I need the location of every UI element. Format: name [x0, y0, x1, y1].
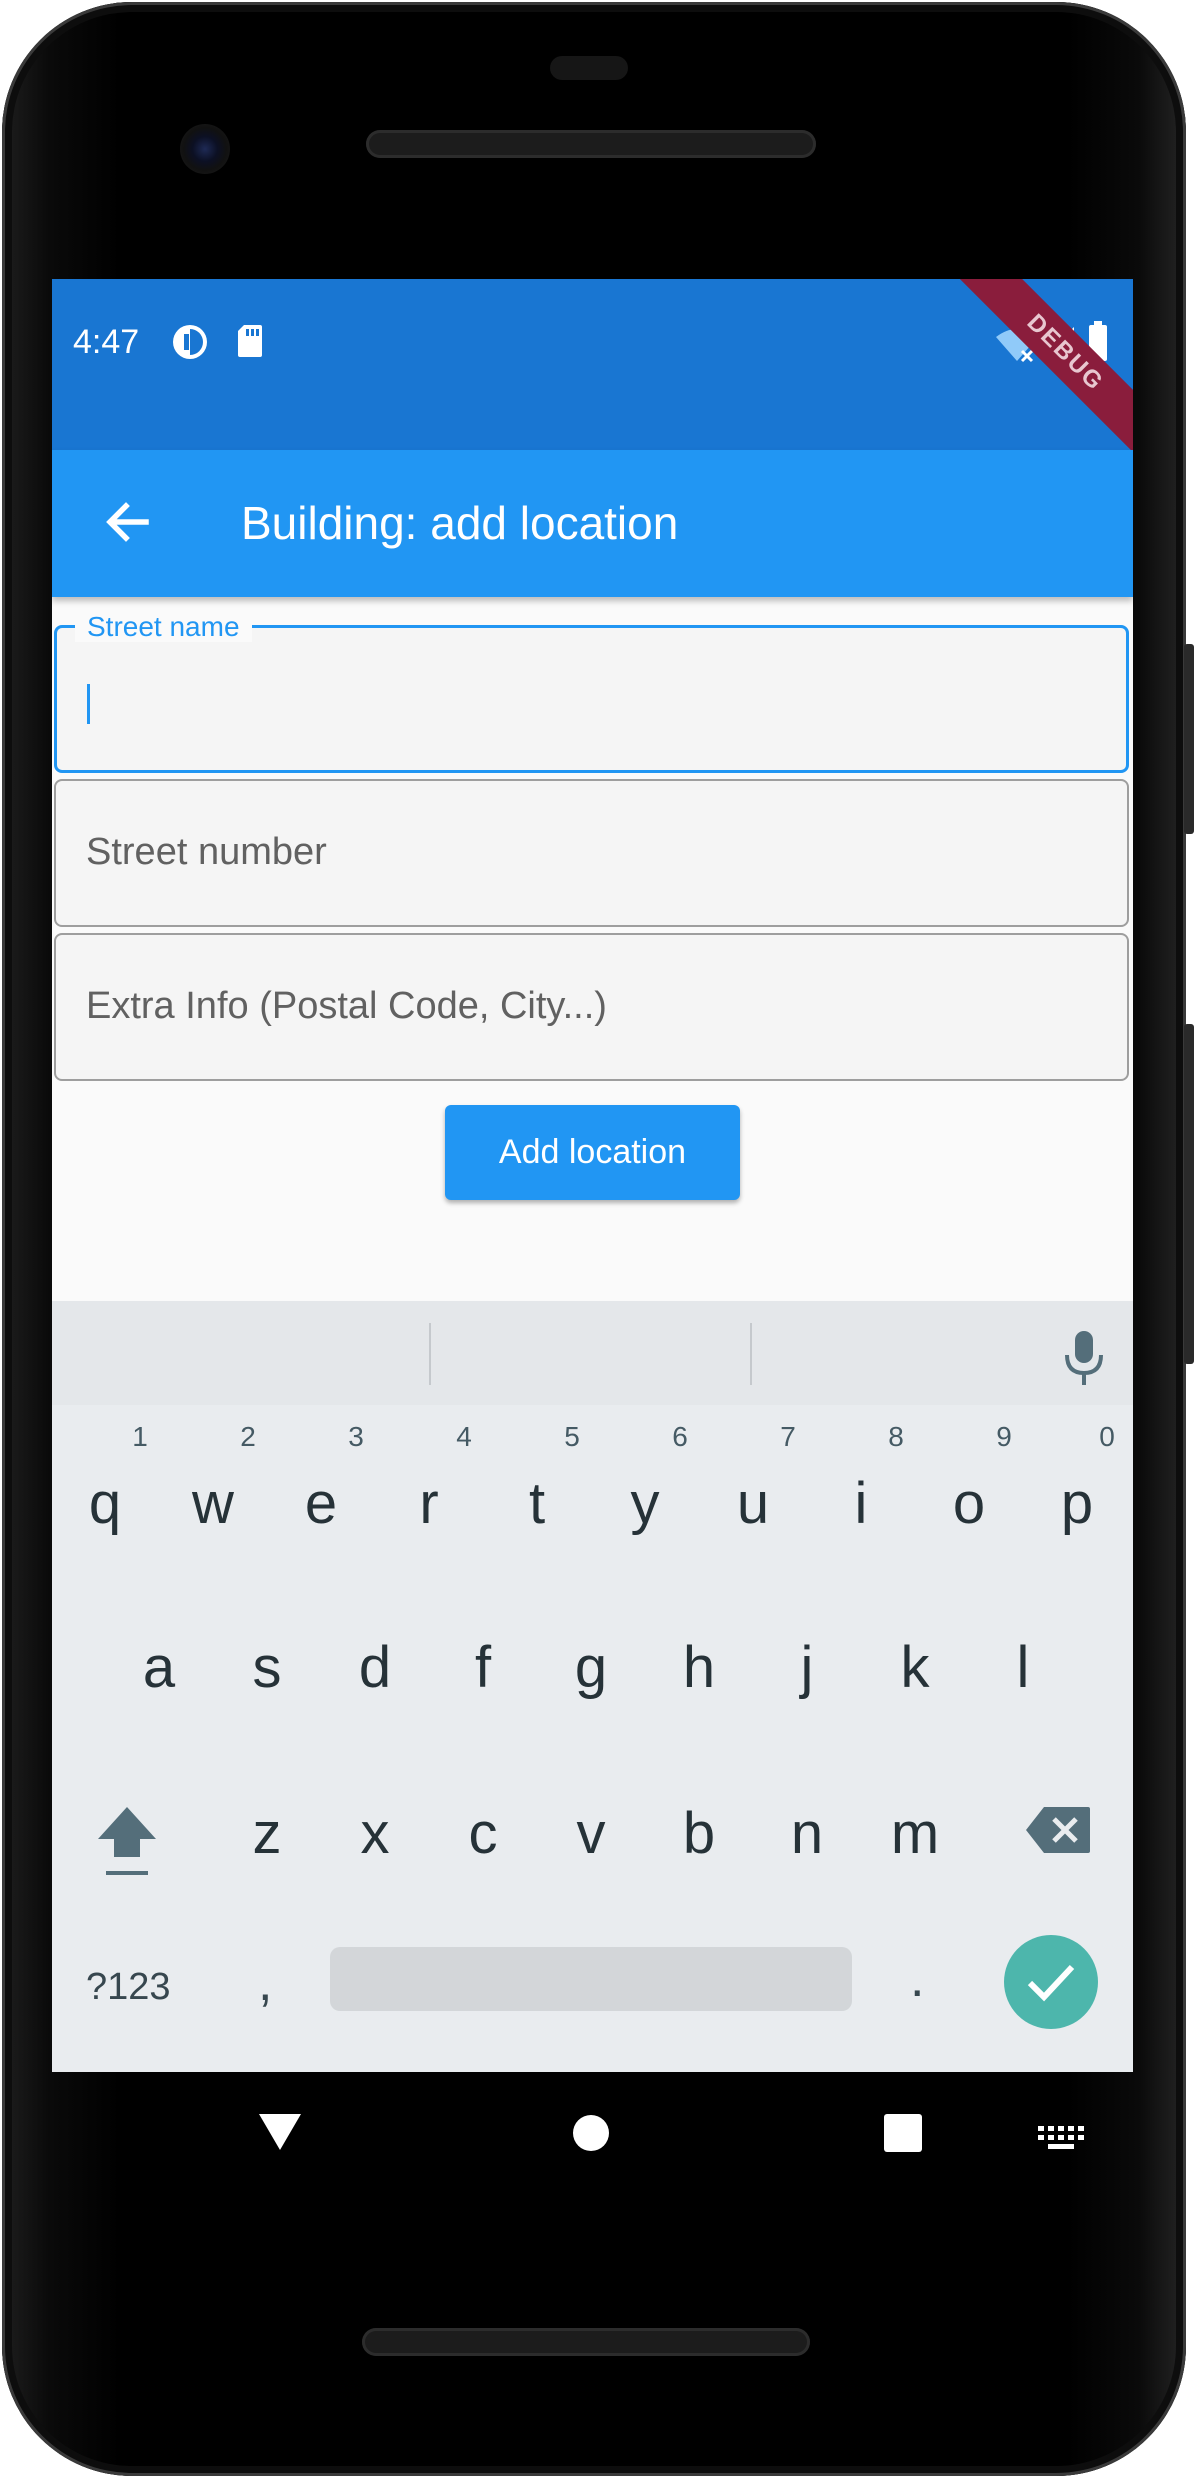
- suggestion-divider: [750, 1323, 752, 1385]
- screen: 4:47 DEBUG Building: add location Street…: [52, 279, 1133, 2072]
- key-b[interactable]: b: [649, 1799, 749, 1869]
- data-saver-icon: [171, 323, 209, 366]
- key-o[interactable]: o: [919, 1469, 1019, 1539]
- keyboard-switch-icon[interactable]: [1038, 2126, 1084, 2155]
- street-name-field[interactable]: Street name: [54, 612, 1129, 773]
- key-u[interactable]: u: [703, 1469, 803, 1539]
- key-hint: 5: [564, 1421, 580, 1452]
- key-j[interactable]: j: [757, 1633, 857, 1703]
- page-title: Building: add location: [241, 497, 679, 549]
- recents-icon[interactable]: [884, 2114, 922, 2157]
- key-s[interactable]: s: [217, 1633, 317, 1703]
- volume-button: [1184, 644, 1194, 834]
- bottom-speaker: [362, 2328, 810, 2356]
- key-hint: 8: [888, 1421, 904, 1452]
- soft-keyboard: q w e r t y u i o p 1 2 3 4 5 6 7 8 9 0 …: [52, 1301, 1133, 2072]
- text-cursor: [87, 684, 90, 724]
- backspace-icon[interactable]: [1024, 1805, 1092, 1855]
- status-time: 4:47: [73, 323, 140, 361]
- front-camera: [180, 124, 230, 174]
- space-bar[interactable]: [330, 1947, 852, 2011]
- suggestion-strip: [52, 1301, 1133, 1405]
- back-arrow-icon[interactable]: [100, 494, 156, 550]
- period-key[interactable]: .: [910, 1949, 924, 2009]
- status-bar: 4:47 DEBUG: [52, 279, 1133, 461]
- key-l[interactable]: l: [973, 1633, 1073, 1703]
- power-button: [1184, 1024, 1194, 1364]
- microphone-icon[interactable]: [1062, 1329, 1106, 1389]
- home-icon[interactable]: [572, 2114, 610, 2157]
- back-triangle-icon[interactable]: [257, 2112, 303, 2157]
- key-w[interactable]: w: [163, 1469, 263, 1539]
- comma-key[interactable]: ,: [258, 1953, 272, 2013]
- key-v[interactable]: v: [541, 1799, 641, 1869]
- key-hint: 9: [996, 1421, 1012, 1452]
- phone-frame: 4:47 DEBUG Building: add location Street…: [0, 0, 1194, 2480]
- sd-card-icon: [236, 323, 264, 364]
- key-hint: 1: [132, 1421, 148, 1452]
- key-e[interactable]: e: [271, 1469, 371, 1539]
- key-m[interactable]: m: [865, 1799, 965, 1869]
- key-r[interactable]: r: [379, 1469, 479, 1539]
- key-hint: 7: [780, 1421, 796, 1452]
- add-location-button[interactable]: Add location: [445, 1105, 740, 1200]
- suggestion-divider: [429, 1323, 431, 1385]
- enter-key[interactable]: [1004, 1935, 1098, 2029]
- symbols-key[interactable]: ?123: [86, 1966, 171, 2009]
- key-p[interactable]: p: [1027, 1469, 1127, 1539]
- check-icon: [1026, 1961, 1076, 2008]
- key-g[interactable]: g: [541, 1633, 641, 1703]
- key-hint: 6: [672, 1421, 688, 1452]
- street-name-label: Street name: [75, 612, 252, 642]
- extra-info-placeholder: Extra Info (Postal Code, City...): [86, 985, 607, 1027]
- key-c[interactable]: c: [433, 1799, 533, 1869]
- key-hint: 2: [240, 1421, 256, 1452]
- key-n[interactable]: n: [757, 1799, 857, 1869]
- key-hint: 3: [348, 1421, 364, 1452]
- street-number-field[interactable]: Street number: [54, 779, 1129, 927]
- key-a[interactable]: a: [109, 1633, 209, 1703]
- key-k[interactable]: k: [865, 1633, 965, 1703]
- shift-icon[interactable]: [94, 1801, 160, 1877]
- system-nav-bar: [0, 2072, 1194, 2202]
- key-t[interactable]: t: [487, 1469, 587, 1539]
- key-q[interactable]: q: [55, 1469, 155, 1539]
- extra-info-field[interactable]: Extra Info (Postal Code, City...): [54, 933, 1129, 1081]
- proximity-sensor: [550, 56, 628, 80]
- key-i[interactable]: i: [811, 1469, 911, 1539]
- key-z[interactable]: z: [217, 1799, 317, 1869]
- key-hint: 0: [1099, 1421, 1115, 1452]
- street-number-placeholder: Street number: [86, 831, 327, 873]
- key-d[interactable]: d: [325, 1633, 425, 1703]
- key-h[interactable]: h: [649, 1633, 749, 1703]
- app-bar: Building: add location: [52, 450, 1133, 597]
- key-hint: 4: [456, 1421, 472, 1452]
- key-y[interactable]: y: [595, 1469, 695, 1539]
- key-f[interactable]: f: [433, 1633, 533, 1703]
- debug-banner: DEBUG: [957, 279, 1133, 461]
- earpiece-speaker: [366, 130, 816, 158]
- key-x[interactable]: x: [325, 1799, 425, 1869]
